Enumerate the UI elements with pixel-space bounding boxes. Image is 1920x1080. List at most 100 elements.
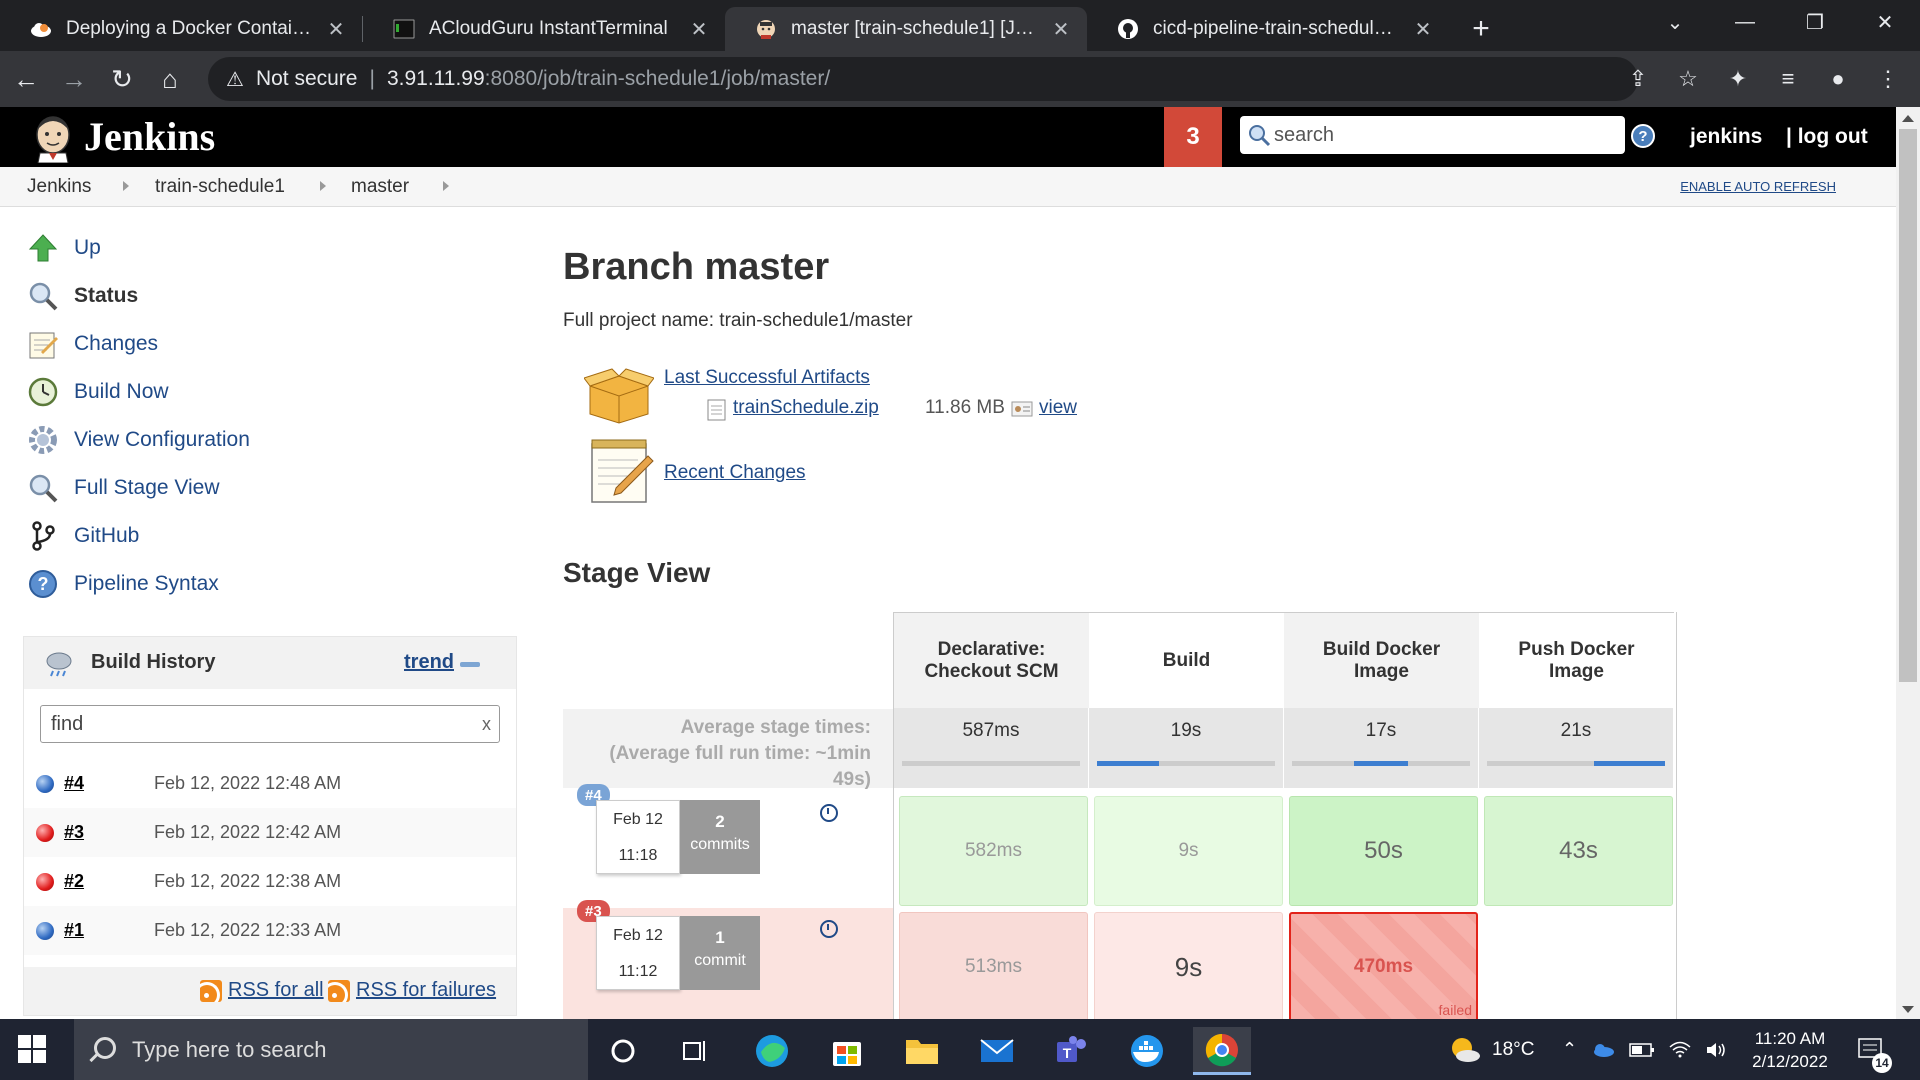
battery-icon[interactable] [1629, 1042, 1655, 1058]
browser-tab-active[interactable]: master [train-schedule1] [Jenkins ✕ [725, 7, 1087, 51]
windows-start-icon[interactable] [18, 1035, 46, 1063]
address-bar[interactable]: ⚠ Not secure | 3.91.11.99 :8080/job/trai… [208, 57, 1638, 101]
build-number-link[interactable]: #4 [64, 773, 84, 794]
build-row[interactable]: #3 Feb 12, 2022 12:42 AM [24, 808, 516, 857]
close-icon[interactable]: ✕ [326, 17, 346, 42]
stage-cell-unstable[interactable]: 9s [1094, 912, 1283, 1022]
build-number-link[interactable]: #2 [64, 871, 84, 892]
close-icon[interactable]: ✕ [689, 17, 709, 42]
user-link[interactable]: jenkins [1690, 125, 1762, 149]
breadcrumb-arrow-icon[interactable] [320, 181, 326, 191]
clear-find-icon[interactable]: x [482, 714, 491, 735]
jenkins-logo-icon[interactable] [28, 113, 78, 163]
share-icon[interactable]: ⇪ [1616, 57, 1660, 101]
bookmark-star-icon[interactable]: ☆ [1666, 57, 1710, 101]
stage-header-build-docker-image[interactable]: Build Docker Image [1284, 612, 1479, 708]
trend-link[interactable]: trend [404, 651, 454, 674]
breadcrumb-branch[interactable]: master [351, 176, 409, 198]
breadcrumb-job[interactable]: train-schedule1 [155, 176, 285, 198]
wifi-icon[interactable] [1669, 1041, 1691, 1059]
task-view-icon[interactable] [667, 1027, 725, 1075]
stage-cell-success[interactable]: 43s [1484, 796, 1673, 906]
reload-icon[interactable]: ↻ [100, 57, 144, 101]
stage-cell-failed[interactable]: 470ms failed [1289, 912, 1478, 1022]
docker-icon[interactable] [1118, 1027, 1176, 1075]
stage-cell-unstable[interactable]: 513ms [899, 912, 1088, 1022]
browser-tab[interactable]: cicd-pipeline-train-schedule-doc ✕ [1087, 7, 1449, 51]
scroll-down-icon[interactable] [1902, 1006, 1914, 1013]
rss-all-link[interactable]: RSS for all [200, 979, 324, 1002]
sidebar-item-build-now[interactable]: Build Now [26, 372, 169, 412]
browser-tab[interactable]: ACloudGuru InstantTerminal ✕ [363, 7, 725, 51]
build-row[interactable]: #1 Feb 12, 2022 12:33 AM [24, 906, 516, 955]
stage-header-push-docker-image[interactable]: Push Docker Image [1479, 612, 1674, 708]
onedrive-icon[interactable] [1591, 1042, 1615, 1058]
enable-auto-refresh-link[interactable]: ENABLE AUTO REFRESH [1680, 179, 1836, 194]
media-queue-icon[interactable]: ≡ [1766, 57, 1810, 101]
tray-chevron-up-icon[interactable]: ⌃ [1562, 1039, 1577, 1060]
build-date[interactable]: Feb 12, 2022 12:38 AM [154, 871, 341, 892]
notification-center[interactable]: 14 [1856, 1019, 1892, 1080]
run-input-clock-icon[interactable] [820, 804, 838, 822]
sidebar-item-view-configuration[interactable]: View Configuration [26, 420, 250, 460]
notification-badge[interactable]: 3 [1164, 107, 1222, 167]
sidebar-item-status[interactable]: Status [26, 276, 138, 316]
sidebar-item-full-stage-view[interactable]: Full Stage View [26, 468, 220, 508]
menu-kebab-icon[interactable]: ⋮ [1866, 57, 1910, 101]
page-scrollbar[interactable] [1896, 107, 1920, 1019]
recent-changes-link[interactable]: Recent Changes [664, 462, 806, 484]
sidebar-item-changes[interactable]: Changes [26, 324, 158, 364]
sidebar-item-up[interactable]: Up [26, 228, 101, 268]
scroll-up-icon[interactable] [1902, 115, 1914, 122]
jenkins-title[interactable]: Jenkins [84, 113, 215, 160]
profile-icon[interactable]: ● [1816, 57, 1860, 101]
run-commits[interactable]: 2 commits [680, 800, 760, 874]
build-row[interactable]: #2 Feb 12, 2022 12:38 AM [24, 857, 516, 906]
close-icon[interactable]: ✕ [1413, 17, 1433, 42]
build-date[interactable]: Feb 12, 2022 12:33 AM [154, 920, 341, 941]
run-input-clock-icon[interactable] [820, 920, 838, 938]
weather-widget[interactable]: 18°C [1448, 1019, 1534, 1080]
microsoft-store-icon[interactable] [818, 1027, 876, 1075]
build-date[interactable]: Feb 12, 2022 12:42 AM [154, 822, 341, 843]
breadcrumb-arrow-icon[interactable] [123, 181, 129, 191]
build-number-link[interactable]: #3 [64, 822, 84, 843]
logout-link[interactable]: | log out [1786, 125, 1868, 149]
close-icon[interactable]: ✕ [1051, 17, 1071, 42]
breadcrumb-arrow-icon[interactable] [443, 181, 449, 191]
help-icon[interactable]: ? [1631, 124, 1655, 148]
forward-arrow-icon[interactable]: → [52, 57, 96, 101]
rss-failures-link[interactable]: RSS for failures [328, 979, 496, 1002]
browser-tab[interactable]: Deploying a Docker Container wi ✕ [0, 7, 362, 51]
edge-browser-icon[interactable] [743, 1027, 801, 1075]
home-icon[interactable]: ⌂ [148, 57, 192, 101]
restore-icon[interactable]: ❐ [1780, 0, 1850, 44]
build-find-input[interactable]: find x [40, 705, 500, 743]
artifact-view-link[interactable]: view [1039, 397, 1077, 419]
stage-cell-success[interactable]: 582ms [899, 796, 1088, 906]
file-explorer-icon[interactable] [893, 1027, 951, 1075]
artifact-file-link[interactable]: trainSchedule.zip [733, 397, 879, 419]
sidebar-item-pipeline-syntax[interactable]: ? Pipeline Syntax [26, 564, 219, 604]
warning-icon[interactable]: ⚠ [226, 67, 244, 92]
new-tab-button[interactable]: + [1459, 7, 1503, 51]
stage-header-build[interactable]: Build [1089, 612, 1284, 708]
stage-cell-success[interactable]: 9s [1094, 796, 1283, 906]
chrome-icon[interactable] [1193, 1027, 1251, 1075]
taskbar-clock[interactable]: 11:20 AM 2/12/2022 [1740, 1027, 1840, 1073]
mail-icon[interactable] [968, 1027, 1026, 1075]
taskbar-search-input[interactable]: Type here to search [74, 1019, 588, 1080]
last-successful-artifacts-link[interactable]: Last Successful Artifacts [664, 367, 870, 389]
close-window-icon[interactable]: ✕ [1850, 0, 1920, 44]
breadcrumb-jenkins[interactable]: Jenkins [27, 176, 91, 198]
teams-icon[interactable]: T [1043, 1027, 1101, 1075]
build-date[interactable]: Feb 12, 2022 12:48 AM [154, 773, 341, 794]
fingerprint-icon[interactable] [1011, 400, 1033, 418]
volume-icon[interactable] [1705, 1041, 1727, 1059]
run-commits[interactable]: 1 commit [680, 916, 760, 990]
scrollbar-thumb[interactable] [1899, 129, 1917, 682]
collapse-icon[interactable] [460, 662, 480, 667]
build-row[interactable]: #4 Feb 12, 2022 12:48 AM [24, 759, 516, 808]
extensions-icon[interactable]: ✦ [1716, 57, 1760, 101]
minimize-icon[interactable]: — [1710, 0, 1780, 44]
